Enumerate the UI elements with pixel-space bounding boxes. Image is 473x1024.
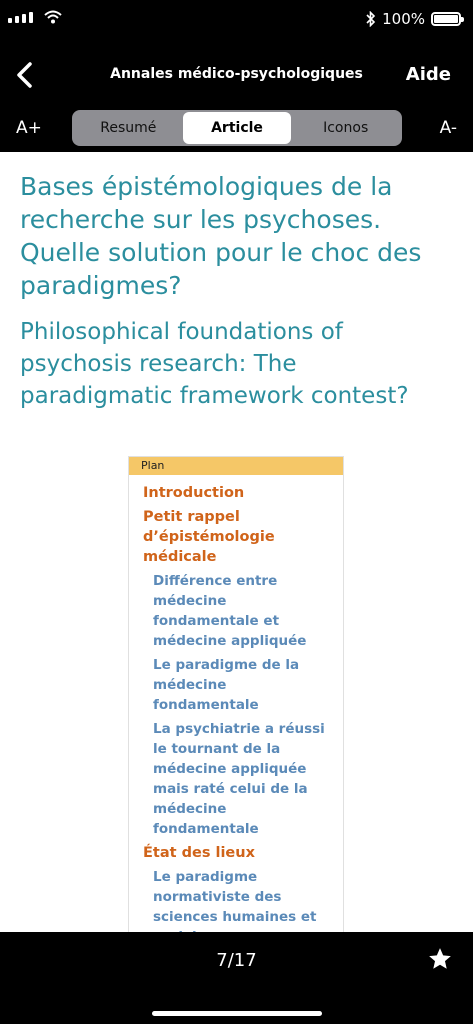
- article-content[interactable]: Bases épistémologiques de la recherche s…: [0, 152, 473, 932]
- increase-font-button[interactable]: A+: [16, 118, 42, 138]
- battery-percent: 100%: [382, 10, 425, 28]
- segment-article[interactable]: Article: [182, 112, 292, 144]
- plan-list: Introduction Petit rappel d’épistémologi…: [129, 475, 343, 932]
- plan-subitem[interactable]: Le paradigme de la médecine fondamentale: [153, 655, 335, 715]
- wifi-icon: [44, 10, 62, 24]
- bottom-bar: 7/17: [0, 932, 473, 1024]
- segment-iconos[interactable]: Iconos: [291, 112, 400, 144]
- decrease-font-button[interactable]: A-: [440, 118, 457, 138]
- reader-toolbar: A+ Resumé Article Iconos A-: [0, 104, 473, 152]
- article-title-en: Philosophical foundations of psychosis r…: [20, 319, 409, 409]
- page-indicator: 7/17: [216, 950, 257, 971]
- plan-item[interactable]: Petit rappel d’épistémologie médicale: [143, 507, 335, 567]
- plan-header: Plan: [129, 457, 343, 475]
- nav-bar: Annales médico-psychologiques Aide: [0, 44, 473, 104]
- article-plan: Plan Introduction Petit rappel d’épistém…: [128, 456, 344, 932]
- battery-icon: [431, 12, 464, 26]
- plan-subitem[interactable]: Le paradigme normativiste des sciences h…: [153, 867, 335, 932]
- help-button[interactable]: Aide: [406, 64, 451, 85]
- signal-icon: [8, 12, 33, 23]
- plan-item[interactable]: État des lieux: [143, 843, 335, 863]
- bluetooth-icon: [366, 11, 376, 27]
- status-bar: 100%: [0, 0, 473, 40]
- view-segmented-control: Resumé Article Iconos: [72, 110, 402, 146]
- plan-item[interactable]: Introduction: [143, 483, 335, 503]
- star-icon[interactable]: [427, 946, 453, 972]
- plan-subitem[interactable]: La psychiatrie a réussi le tournant de l…: [153, 719, 335, 839]
- segment-resume[interactable]: Resumé: [74, 112, 183, 144]
- article-title-fr: Bases épistémologiques de la recherche s…: [20, 172, 422, 300]
- nav-title: Annales médico-psychologiques: [110, 66, 363, 82]
- plan-subitem[interactable]: Différence entre médecine fondamentale e…: [153, 571, 335, 651]
- home-indicator: [152, 1011, 322, 1016]
